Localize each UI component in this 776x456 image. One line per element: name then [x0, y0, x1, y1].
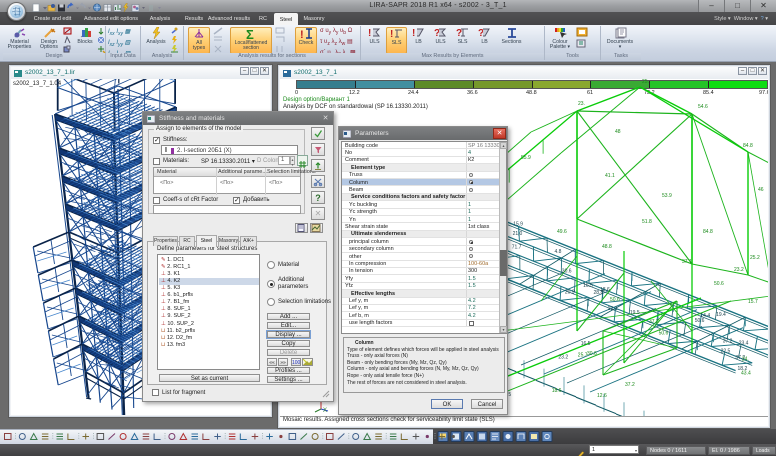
svg-text:25.: 25.	[642, 79, 649, 85]
svg-text:24.: 24.	[742, 357, 749, 363]
svg-text:!: !	[412, 28, 415, 39]
svg-text:19.4: 19.4	[716, 312, 726, 318]
svg-text:15.9: 15.9	[513, 222, 523, 228]
svg-text:48: 48	[615, 129, 621, 135]
svg-text:43.4: 43.4	[741, 371, 751, 377]
svg-text:23.2: 23.2	[558, 355, 568, 361]
svg-text:25.2: 25.2	[750, 255, 760, 261]
svg-text:30.6: 30.6	[587, 351, 597, 357]
svg-text:50.6: 50.6	[610, 297, 620, 303]
svg-text:18.6: 18.6	[552, 388, 562, 394]
svg-text:49.6: 49.6	[557, 229, 567, 235]
svg-text:50.6: 50.6	[714, 281, 724, 287]
svg-text:30.6: 30.6	[562, 269, 572, 275]
svg-text:48.8: 48.8	[602, 244, 612, 250]
svg-text:23.4: 23.4	[739, 340, 749, 346]
svg-text:!: !	[300, 29, 304, 40]
svg-text:41.1: 41.1	[605, 173, 615, 179]
svg-text:46: 46	[758, 187, 764, 193]
svg-text:37.1: 37.1	[682, 259, 692, 265]
svg-text:37.2: 37.2	[649, 319, 659, 325]
svg-text:23.: 23.	[578, 101, 585, 107]
svg-text:12.6: 12.6	[597, 393, 607, 399]
svg-text:84.8: 84.8	[743, 143, 753, 149]
svg-text:!: !	[368, 28, 371, 39]
svg-text:71.7: 71.7	[512, 245, 522, 251]
svg-text:50.6: 50.6	[659, 331, 669, 337]
svg-text:21.0: 21.0	[513, 231, 523, 237]
svg-text:55.9: 55.9	[521, 155, 531, 161]
svg-text:15.7: 15.7	[748, 299, 758, 305]
svg-text:16.5: 16.5	[581, 341, 591, 347]
svg-text:20.9: 20.9	[565, 289, 575, 295]
svg-text:19.5: 19.5	[630, 310, 640, 316]
svg-text:21.1: 21.1	[608, 306, 618, 312]
svg-text:54.6: 54.6	[698, 104, 708, 110]
svg-text:16.5: 16.5	[583, 283, 593, 289]
svg-text:X: X	[323, 408, 327, 413]
svg-text:84.8: 84.8	[703, 229, 713, 235]
svg-text:51.8: 51.8	[642, 219, 652, 225]
svg-text:28.8: 28.8	[594, 290, 604, 296]
svg-text:53.9: 53.9	[662, 193, 672, 199]
svg-text:!: !	[390, 29, 393, 40]
svg-text:4.8: 4.8	[555, 249, 562, 255]
svg-text:22.5: 22.5	[721, 349, 731, 355]
svg-text:14.4: 14.4	[700, 313, 710, 319]
svg-text:Σ: Σ	[246, 28, 254, 40]
svg-text:23.2: 23.2	[734, 267, 744, 273]
svg-text:37.2: 37.2	[625, 382, 635, 388]
svg-text:37.2: 37.2	[723, 338, 733, 344]
svg-text:?: ?	[456, 28, 462, 39]
